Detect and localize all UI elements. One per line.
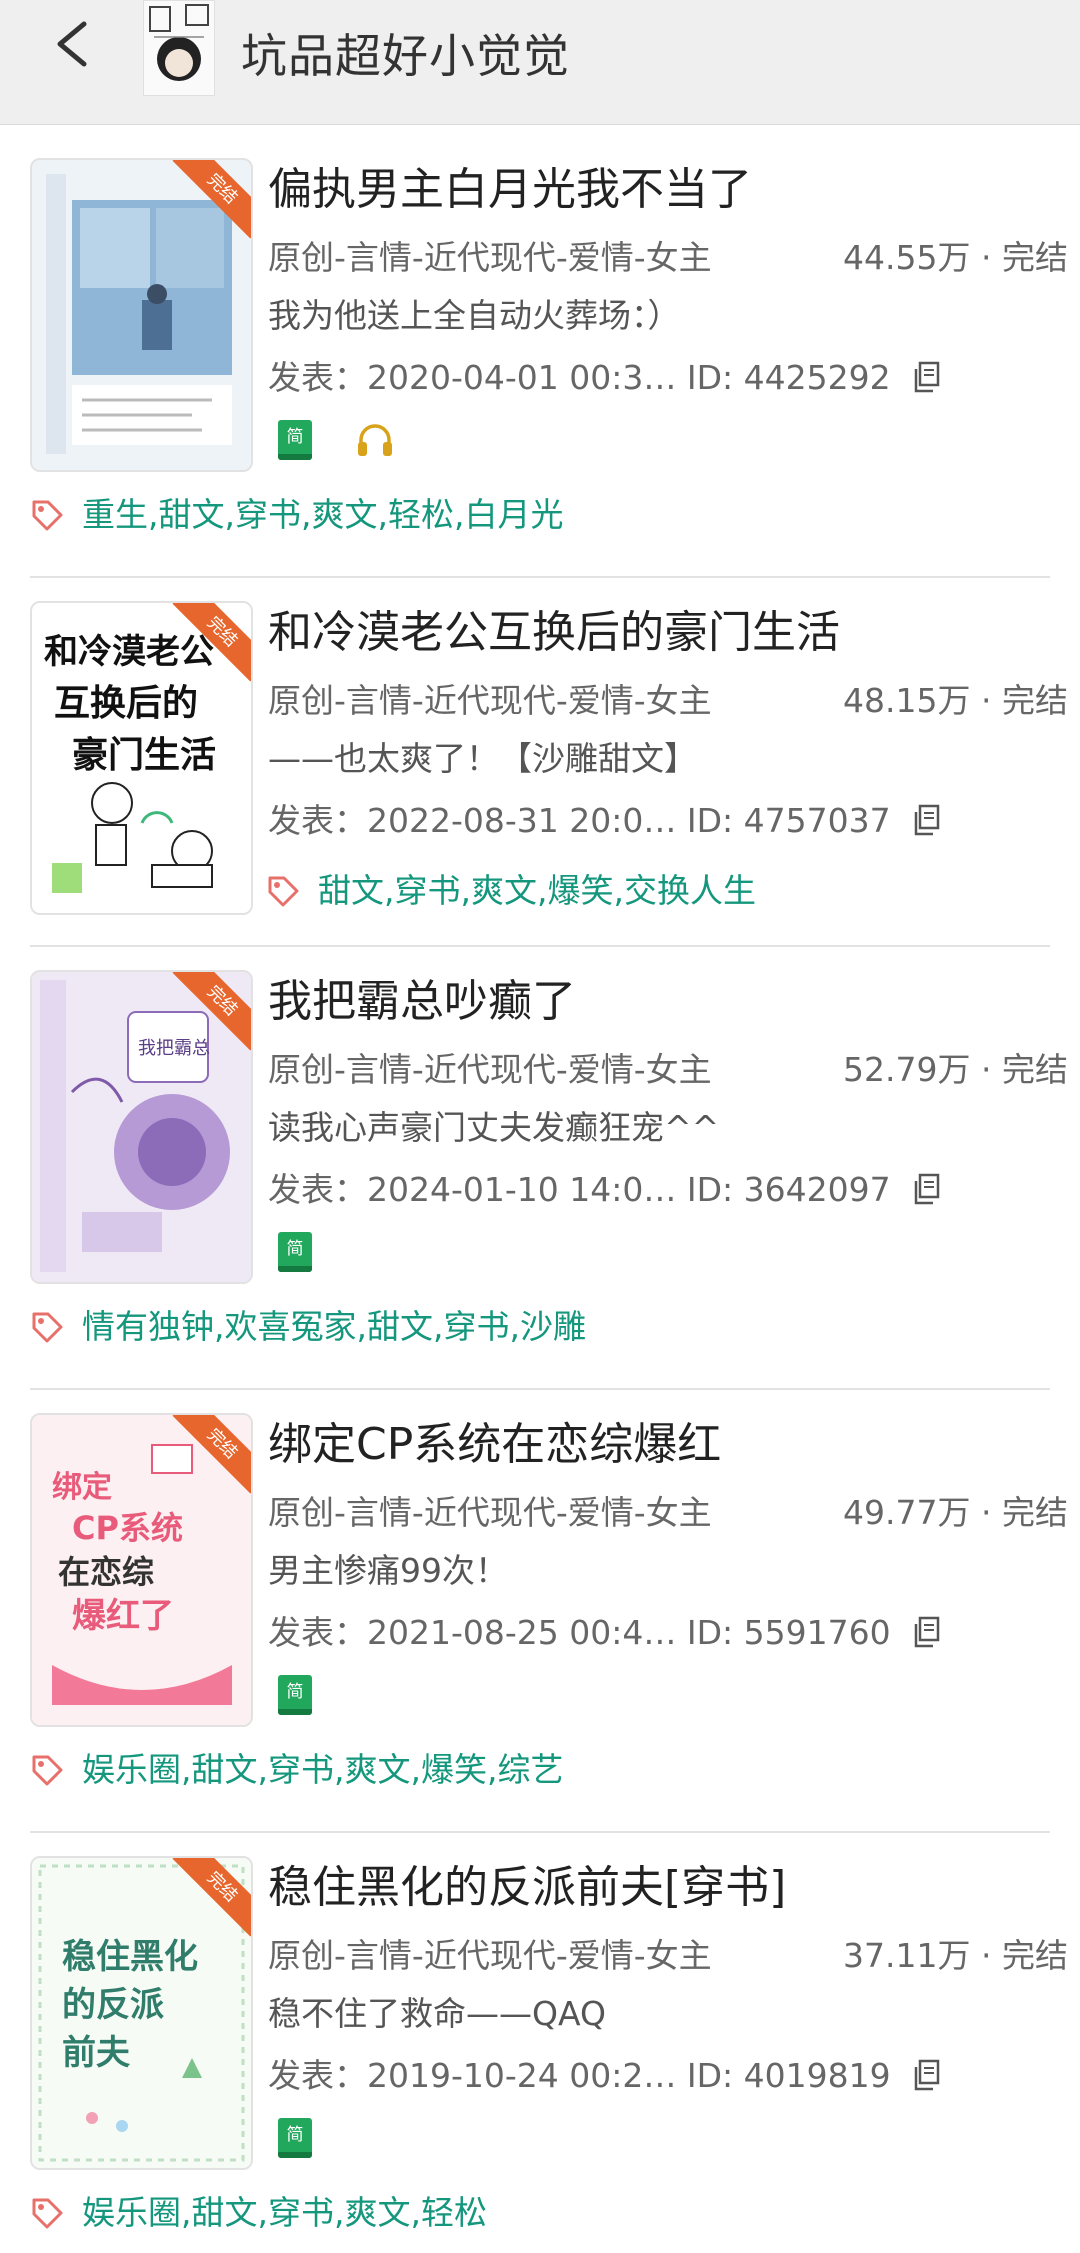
book-meta: 原创-言情-近代现代-爱情-女主 49.77万 · 完结 bbox=[268, 1491, 1068, 1535]
word-count-status: 44.55万 · 完结 bbox=[843, 238, 1068, 277]
publish-date: 发表：2021-08-25 00:4… bbox=[268, 1613, 677, 1652]
tag-icon bbox=[32, 1755, 63, 1786]
svg-text:稳住黑化: 稳住黑化 bbox=[62, 1937, 198, 1977]
svg-text:CP系统: CP系统 bbox=[72, 1509, 183, 1547]
book-dateline: 发表：2020-04-01 00:3… ID: 4425292 bbox=[268, 356, 941, 400]
tag-list[interactable]: 重生,甜文,穿书,爽文,轻松,白月光 bbox=[82, 495, 563, 534]
book-category: 原创-言情-近代现代-爱情-女主 bbox=[268, 1050, 712, 1089]
tag-list[interactable]: 娱乐圈,甜文,穿书,爽文,爆笑,综艺 bbox=[82, 1750, 563, 1789]
book-summary: 我为他送上全自动火葬场：） bbox=[268, 296, 681, 335]
chevron-left-icon bbox=[57, 21, 87, 67]
book-id: ID: 5591760 bbox=[686, 1613, 891, 1652]
publish-date: 发表：2024-01-10 14:0… bbox=[268, 1170, 677, 1209]
tag-list[interactable]: 情有独钟,欢喜冤家,甜文,穿书,沙雕 bbox=[82, 1307, 586, 1346]
word-count-status: 48.15万 · 完结 bbox=[843, 681, 1068, 720]
book-icons: 简 bbox=[278, 420, 395, 464]
copy-icon[interactable] bbox=[911, 2059, 941, 2091]
svg-text:豪门生活: 豪门生活 bbox=[72, 735, 216, 776]
book-item[interactable]: 绑定 CP系统 在恋综 爆红了 完结 绑定CP系统在恋综爆红 原创-言情-近代现… bbox=[30, 1413, 1068, 1833]
copy-icon[interactable] bbox=[911, 1616, 941, 1648]
svg-text:互换后的: 互换后的 bbox=[54, 683, 198, 724]
book-meta: 原创-言情-近代现代-爱情-女主 44.55万 · 完结 bbox=[268, 236, 1068, 280]
book-dateline: 发表：2022-08-31 20:0… ID: 4757037 bbox=[268, 799, 941, 843]
word-count-status: 49.77万 · 完结 bbox=[843, 1493, 1068, 1532]
book-title[interactable]: 和冷漠老公互换后的豪门生活 bbox=[268, 601, 840, 665]
book-summary: 男主惨痛99次！ bbox=[268, 1551, 508, 1590]
book-dateline: 发表：2021-08-25 00:4… ID: 5591760 bbox=[268, 1611, 941, 1655]
book-meta: 原创-言情-近代现代-爱情-女主 52.79万 · 完结 bbox=[268, 1048, 1068, 1092]
tag-icon bbox=[32, 500, 63, 531]
book-category: 原创-言情-近代现代-爱情-女主 bbox=[268, 1493, 712, 1532]
book-title[interactable]: 稳住黑化的反派前夫[穿书] bbox=[268, 1856, 786, 1920]
headphones-icon[interactable] bbox=[355, 420, 395, 460]
svg-text:我把霸总: 我把霸总 bbox=[138, 1038, 210, 1059]
copy-icon[interactable] bbox=[911, 1173, 941, 1205]
svg-text:在恋综: 在恋综 bbox=[58, 1553, 154, 1591]
book-title[interactable]: 偏执男主白月光我不当了 bbox=[268, 158, 752, 222]
tag-icon bbox=[32, 1312, 63, 1343]
book-category: 原创-言情-近代现代-爱情-女主 bbox=[268, 681, 712, 720]
book-dateline: 发表：2019-10-24 00:2… ID: 4019819 bbox=[268, 2054, 941, 2098]
top-bar: 坑品超好小觉觉 bbox=[0, 0, 1080, 125]
svg-text:的反派: 的反派 bbox=[62, 1985, 164, 2025]
page-title: 坑品超好小觉觉 bbox=[241, 29, 570, 83]
publish-date: 发表：2019-10-24 00:2… bbox=[268, 2056, 677, 2095]
book-category: 原创-言情-近代现代-爱情-女主 bbox=[268, 238, 712, 277]
book-summary: 稳不住了救命——QAQ bbox=[268, 1994, 606, 2033]
svg-text:爆红了: 爆红了 bbox=[72, 1596, 174, 1636]
svg-text:前夫: 前夫 bbox=[62, 2033, 131, 2073]
book-id: ID: 4757037 bbox=[686, 801, 891, 840]
book-item[interactable]: 和冷漠老公 互换后的 豪门生活 完结 和冷漠老公互换后的豪门生活 原创-言情-近… bbox=[30, 601, 1068, 947]
book-meta: 原创-言情-近代现代-爱情-女主 48.15万 · 完结 bbox=[268, 679, 1068, 723]
simplified-chinese-icon: 简 bbox=[278, 2118, 312, 2158]
book-icons: 简 bbox=[278, 2118, 312, 2162]
book-title[interactable]: 绑定CP系统在恋综爆红 bbox=[268, 1413, 721, 1477]
book-id: ID: 4019819 bbox=[686, 2056, 891, 2095]
word-count-status: 37.11万 · 完结 bbox=[843, 1936, 1068, 1975]
tag-icon bbox=[268, 876, 299, 907]
book-icons: 简 bbox=[278, 1675, 312, 1719]
book-icons: 简 bbox=[278, 1232, 312, 1276]
back-button[interactable] bbox=[46, 14, 110, 78]
book-cover[interactable]: 绑定 CP系统 在恋综 爆红了 完结 bbox=[30, 1413, 253, 1727]
publish-date: 发表：2022-08-31 20:0… bbox=[268, 801, 677, 840]
book-summary: 读我心声豪门丈夫发癫狂宠^^ bbox=[268, 1108, 720, 1147]
tag-list[interactable]: 娱乐圈,甜文,穿书,爽文,轻松 bbox=[82, 2193, 487, 2232]
tag-list[interactable]: 甜文,穿书,爽文,爆笑,交换人生 bbox=[318, 871, 756, 910]
simplified-chinese-icon: 简 bbox=[278, 1675, 312, 1715]
book-item[interactable]: 稳住黑化 的反派 前夫 完结 稳住黑化的反派前夫[穿书] 原创-言情-近代现代-… bbox=[30, 1856, 1068, 2253]
book-id: ID: 4425292 bbox=[686, 358, 891, 397]
copy-icon[interactable] bbox=[911, 361, 941, 393]
svg-text:绑定: 绑定 bbox=[52, 1470, 112, 1505]
book-tags: 情有独钟,欢喜冤家,甜文,穿书,沙雕 bbox=[30, 1305, 586, 1349]
book-tags: 重生,甜文,穿书,爽文,轻松,白月光 bbox=[30, 493, 563, 537]
book-cover[interactable]: 我把霸总 完结 bbox=[30, 970, 253, 1284]
book-item[interactable]: 完结 偏执男主白月光我不当了 原创-言情-近代现代-爱情-女主 44.55万 ·… bbox=[30, 158, 1068, 578]
author-avatar[interactable] bbox=[143, 0, 215, 96]
book-cover[interactable]: 完结 bbox=[30, 158, 253, 472]
book-meta: 原创-言情-近代现代-爱情-女主 37.11万 · 完结 bbox=[268, 1934, 1068, 1978]
simplified-chinese-icon: 简 bbox=[278, 420, 312, 460]
simplified-chinese-icon: 简 bbox=[278, 1232, 312, 1272]
tag-icon bbox=[32, 2198, 63, 2229]
book-title[interactable]: 我把霸总吵癫了 bbox=[268, 970, 576, 1034]
book-summary: ——也太爽了！【沙雕甜文】 bbox=[268, 739, 697, 778]
book-category: 原创-言情-近代现代-爱情-女主 bbox=[268, 1936, 712, 1975]
word-count-status: 52.79万 · 完结 bbox=[843, 1050, 1068, 1089]
book-dateline: 发表：2024-01-10 14:0… ID: 3642097 bbox=[268, 1168, 941, 1212]
book-id: ID: 3642097 bbox=[686, 1170, 891, 1209]
book-cover[interactable]: 稳住黑化 的反派 前夫 完结 bbox=[30, 1856, 253, 2170]
book-tags: 娱乐圈,甜文,穿书,爽文,轻松 bbox=[30, 2191, 487, 2235]
book-tags: 娱乐圈,甜文,穿书,爽文,爆笑,综艺 bbox=[30, 1748, 563, 1792]
book-tags: 甜文,穿书,爽文,爆笑,交换人生 bbox=[266, 869, 756, 913]
book-cover[interactable]: 和冷漠老公 互换后的 豪门生活 完结 bbox=[30, 601, 253, 915]
publish-date: 发表：2020-04-01 00:3… bbox=[268, 358, 677, 397]
book-item[interactable]: 我把霸总 完结 我把霸总吵癫了 原创-言情-近代现代-爱情-女主 52.79万 … bbox=[30, 970, 1068, 1390]
copy-icon[interactable] bbox=[911, 804, 941, 836]
svg-text:和冷漠老公: 和冷漠老公 bbox=[44, 632, 214, 672]
